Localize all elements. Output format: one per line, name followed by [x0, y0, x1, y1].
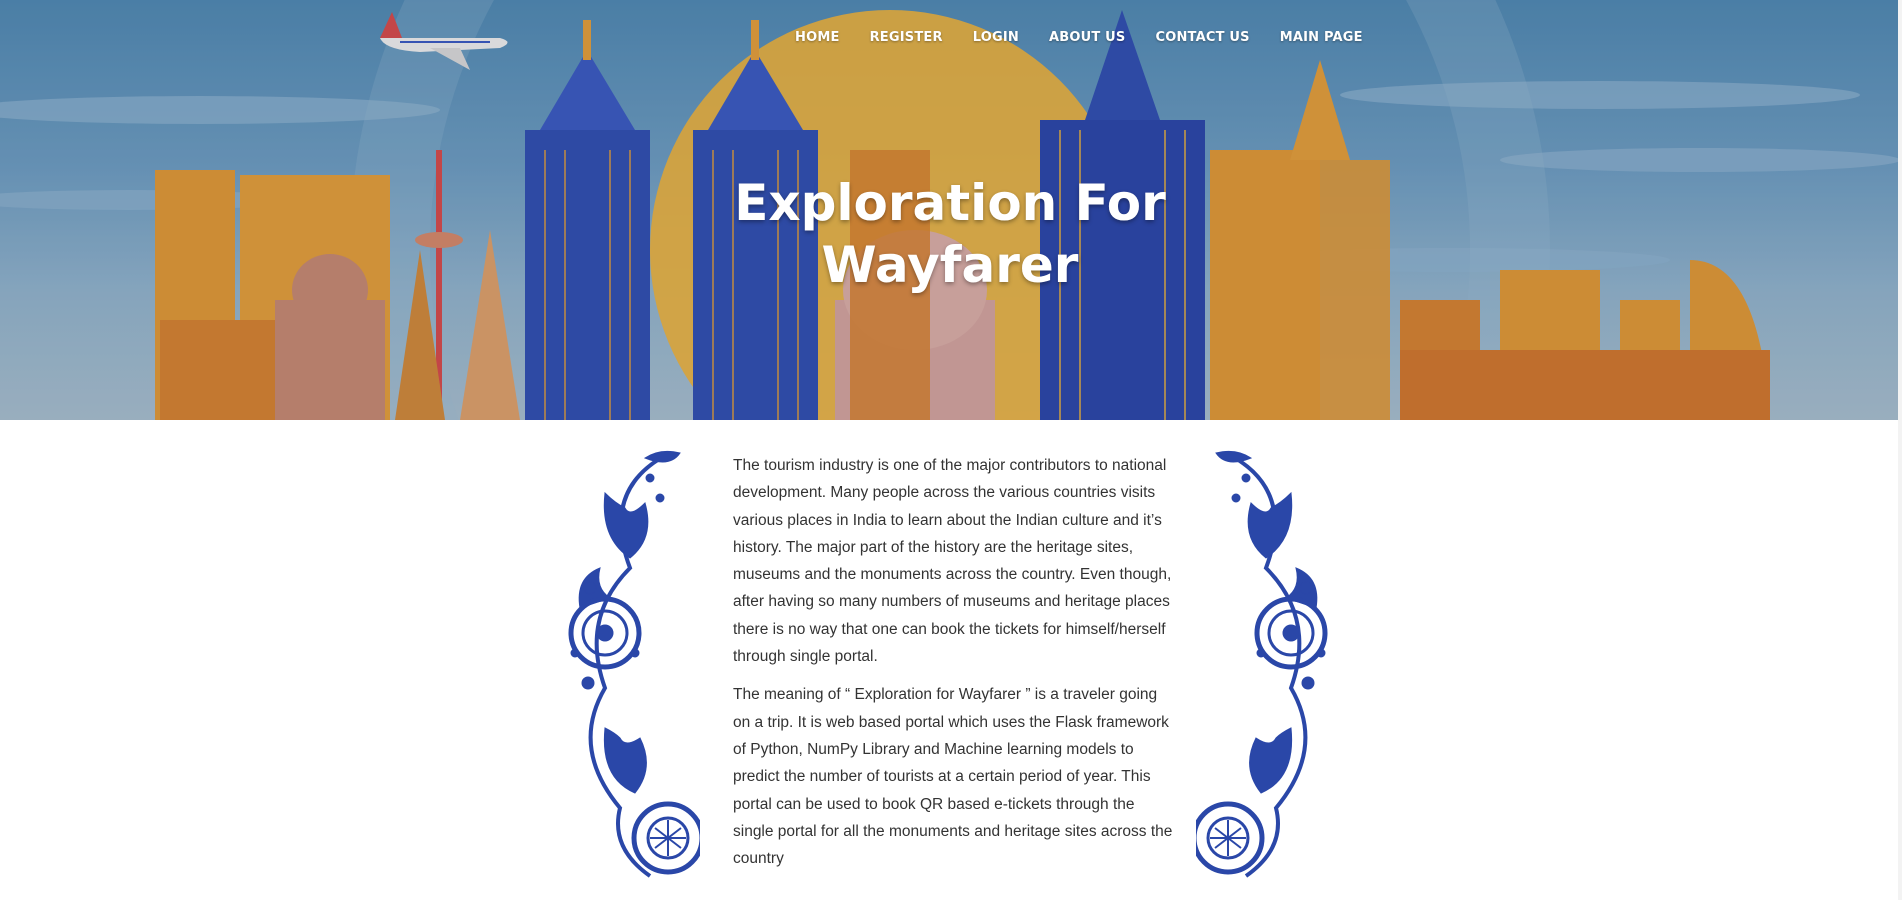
floral-ornament-left [568, 450, 700, 878]
about-paragraph-2: The meaning of “ Exploration for Wayfare… [733, 686, 1173, 868]
floral-ornament-right [1196, 450, 1328, 878]
about-section: The tourism industry is one of the major… [733, 452, 1173, 883]
scrollbar-track[interactable] [1898, 420, 1902, 900]
main-navigation: HOME REGISTER LOGIN ABOUT US CONTACT US … [795, 30, 1393, 50]
nav-login[interactable]: LOGIN [973, 30, 1019, 50]
about-paragraph-1: The tourism industry is one of the major… [733, 457, 1172, 666]
hero-banner: HOME REGISTER LOGIN ABOUT US CONTACT US … [0, 0, 1898, 420]
nav-about-us[interactable]: ABOUT US [1049, 30, 1126, 50]
page-title-line-1: Exploration For [734, 174, 1166, 232]
nav-register[interactable]: REGISTER [870, 30, 943, 50]
nav-contact-us[interactable]: CONTACT US [1155, 30, 1249, 50]
nav-home[interactable]: HOME [795, 30, 840, 50]
page-title: Exploration For Wayfarer [720, 172, 1180, 296]
page-title-line-2: Wayfarer [821, 236, 1079, 294]
nav-main-page[interactable]: MAIN PAGE [1280, 30, 1363, 50]
hero-edge [1898, 0, 1902, 420]
